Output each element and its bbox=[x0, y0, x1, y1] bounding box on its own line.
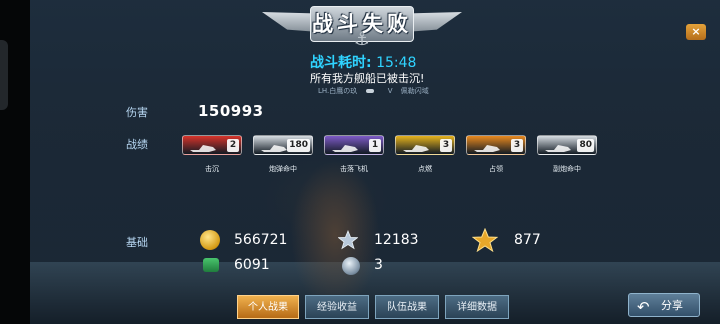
badge-label: 点燃 bbox=[418, 165, 432, 173]
badge-count: 3 bbox=[440, 139, 452, 152]
duration-label: 战斗耗时: bbox=[310, 55, 372, 71]
close-button[interactable]: × bbox=[686, 24, 706, 40]
badge-count: 80 bbox=[577, 139, 594, 152]
exp-icon bbox=[203, 258, 219, 272]
battle-duration: 战斗耗时: 15:48 bbox=[310, 52, 416, 72]
battle-result-screen: ⚓ 战斗失败 × 战斗耗时: 15:48 所有我方舰船已被击沉! LH.白鹰の玖… bbox=[0, 0, 720, 324]
orb-icon bbox=[342, 257, 360, 275]
damage-value: 150993 bbox=[198, 102, 264, 120]
page-title: 战斗失败 bbox=[312, 12, 412, 36]
gold-coin-icon bbox=[200, 230, 220, 250]
share-button[interactable]: ↶ 分享 bbox=[628, 293, 700, 317]
plane-icon bbox=[331, 139, 359, 152]
badge-ignite: 3 bbox=[395, 135, 455, 155]
badge-shell-hit: 180 bbox=[253, 135, 313, 155]
fire-icon bbox=[402, 139, 430, 152]
title-banner: ⚓ 战斗失败 bbox=[262, 2, 462, 52]
result-message: 所有我方舰船已被击沉! bbox=[310, 72, 425, 85]
capture-icon bbox=[473, 139, 501, 152]
badge-label: 击落飞机 bbox=[340, 165, 368, 173]
tab-detailed-data[interactable]: 详细数据 bbox=[445, 295, 509, 319]
damage-label: 伤害 bbox=[126, 106, 148, 119]
shell-icon bbox=[260, 139, 288, 152]
player-right-name: 佩勒闪域 bbox=[400, 87, 429, 95]
badge-count: 180 bbox=[287, 139, 310, 152]
exp-value: 6091 bbox=[234, 257, 270, 273]
badge-capture: 3 bbox=[466, 135, 526, 155]
badge-label: 击沉 bbox=[205, 165, 219, 173]
share-arrow-icon: ↶ bbox=[637, 298, 650, 316]
vs-icon bbox=[365, 89, 374, 93]
duration-value: 15:48 bbox=[376, 55, 417, 71]
smoke-effect bbox=[290, 160, 380, 310]
player-left-name: LH.白鹰の玖 bbox=[318, 87, 358, 95]
orb-value: 3 bbox=[374, 257, 383, 273]
badge-label: 副炮命中 bbox=[553, 165, 581, 173]
record-label: 战绩 bbox=[126, 138, 148, 151]
player-line: LH.白鹰の玖 V 佩勒闪域 bbox=[318, 86, 435, 96]
gold-value: 566721 bbox=[234, 232, 288, 248]
share-label: 分享 bbox=[661, 299, 683, 312]
badge-sink: 2 bbox=[182, 135, 242, 155]
badge-count: 2 bbox=[227, 139, 239, 152]
tab-team-result[interactable]: 队伍战果 bbox=[375, 295, 439, 319]
tab-personal-result[interactable]: 个人战果 bbox=[237, 295, 299, 319]
rank-value: 877 bbox=[514, 232, 541, 248]
device-notch bbox=[0, 40, 8, 110]
silver-star-icon bbox=[337, 229, 359, 250]
badge-plane-down: 1 bbox=[324, 135, 384, 155]
rank-star-icon bbox=[471, 227, 499, 253]
badge-label: 炮弹命中 bbox=[269, 165, 297, 173]
badge-count: 1 bbox=[369, 139, 381, 152]
secondary-gun-icon bbox=[544, 139, 572, 152]
badge-label: 占领 bbox=[489, 165, 503, 173]
tab-experience-gain[interactable]: 经验收益 bbox=[305, 295, 369, 319]
vs-text: V bbox=[387, 87, 393, 95]
badge-count: 3 bbox=[511, 139, 523, 152]
ship-icon bbox=[189, 139, 217, 152]
base-label: 基础 bbox=[126, 236, 148, 249]
star-value: 12183 bbox=[374, 232, 419, 248]
badge-secondary-hit: 80 bbox=[537, 135, 597, 155]
